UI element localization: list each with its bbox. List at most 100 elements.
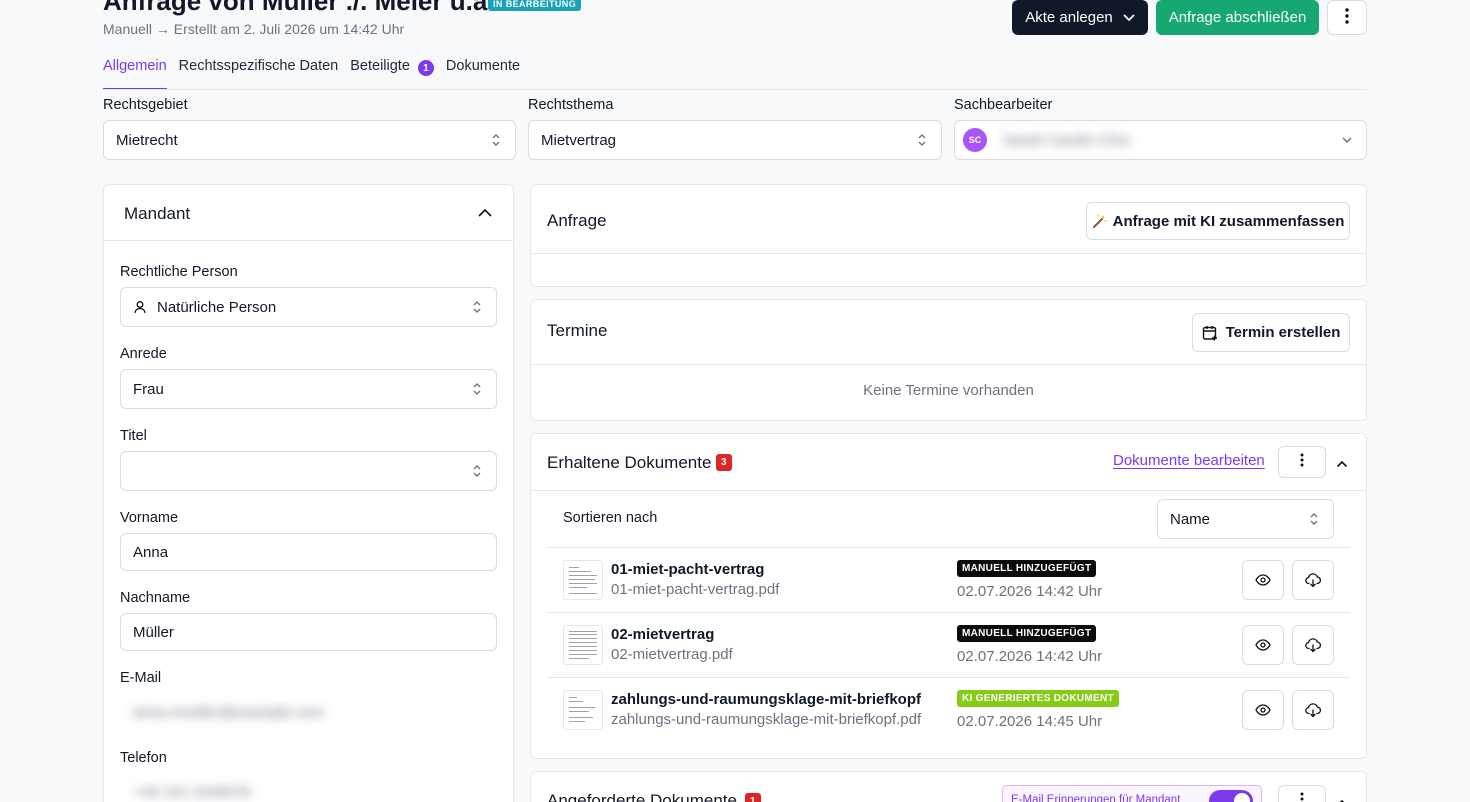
chevron-up-down-icon (472, 300, 482, 314)
vorname-value: Anna (133, 543, 169, 561)
chevron-down-icon (1342, 133, 1352, 147)
tab-label: Allgemein (103, 58, 167, 74)
anrede-value: Frau (133, 380, 164, 398)
document-name: 01-miet-pacht-vertrag (611, 561, 765, 578)
document-thumbnail (563, 560, 603, 600)
more-vertical-icon (1300, 453, 1304, 471)
row-divider (547, 677, 1350, 678)
tab-count-badge: 1 (417, 60, 434, 76)
tab-label: Rechtsspezifische Daten (178, 58, 339, 74)
tab-dokumente[interactable]: Dokumente (446, 58, 520, 90)
vorname-label: Vorname (120, 510, 179, 526)
more-menu-button[interactable] (1327, 0, 1367, 35)
document-thumbnail (563, 690, 603, 730)
rechtliche-person-label: Rechtliche Person (120, 264, 238, 280)
akte-anlegen-label: Akte anlegen (1025, 9, 1113, 26)
titel-label: Titel (120, 428, 147, 444)
count-badge: 3 (716, 454, 732, 471)
anfrage-divider (531, 253, 1366, 254)
view-document-button[interactable] (1242, 625, 1284, 665)
chevron-up-icon[interactable] (1336, 456, 1348, 473)
nachname-input[interactable]: Müller (120, 613, 497, 651)
email-label: E-Mail (120, 670, 162, 686)
titel-select[interactable] (120, 451, 497, 491)
toggle-knob (1234, 793, 1250, 802)
calendar-plus-icon (1202, 325, 1218, 341)
more-vertical-icon (1300, 792, 1304, 802)
rechtliche-person-select[interactable]: Natürliche Person (120, 287, 497, 327)
chevron-up-icon[interactable] (477, 206, 493, 223)
manual-tag: MANUELL HINZUGEFÜGT (957, 625, 1097, 642)
chevron-up-down-icon (917, 133, 927, 147)
manual-tag: MANUELL HINZUGEFÜGT (957, 560, 1097, 577)
cloud-download-icon (1305, 702, 1321, 718)
eye-icon (1255, 574, 1271, 586)
erhaltene-more-button[interactable] (1278, 446, 1326, 478)
angeforderte-title: Angeforderte Dokumente (547, 791, 737, 802)
document-date: 02.07.2026 14:42 Uhr (957, 583, 1103, 600)
document-file: zahlungs-und-raumungsklage-mit-briefkopf… (611, 711, 922, 728)
vorname-input[interactable]: Anna (120, 533, 497, 571)
email-field[interactable]: anna.mueller@example.com (120, 693, 497, 731)
termine-title: Termine (547, 321, 608, 340)
tab-beteiligte[interactable]: Beteiligte 1 (350, 58, 434, 90)
chevron-down-icon (1123, 9, 1135, 26)
sort-select[interactable]: Name (1157, 499, 1334, 539)
cloud-download-icon (1305, 572, 1321, 588)
count-badge: 1 (745, 793, 761, 802)
tab-bar: Allgemein Rechtsspezifische Daten Beteil… (103, 58, 520, 90)
erhaltene-divider (531, 490, 1366, 491)
download-document-button[interactable] (1292, 560, 1334, 600)
termine-divider (531, 364, 1366, 365)
page-title: Anfrage von Müller ./. Meier u.a. (103, 0, 495, 16)
reminder-label: E-Mail Erinnerungen für Mandant (1011, 794, 1181, 802)
telefon-field[interactable]: +49 151 2345678 (120, 773, 497, 802)
avatar: SC (963, 128, 987, 152)
erhaltene-title: Erhaltene Dokumente (547, 453, 712, 472)
angeforderte-more-button[interactable] (1278, 785, 1326, 802)
chevron-up-down-icon (472, 382, 482, 396)
rechtsgebiet-select[interactable]: Mietrecht (103, 120, 516, 160)
anfrage-title: Anfrage (547, 211, 607, 230)
document-date: 02.07.2026 14:42 Uhr (957, 648, 1103, 665)
sort-label: Sortieren nach (563, 510, 658, 526)
document-date: 02.07.2026 14:45 Uhr (957, 713, 1103, 730)
magic-wand-icon (1092, 214, 1107, 229)
chevron-up-icon[interactable] (1336, 795, 1348, 802)
anfrage-abschliessen-button[interactable]: Anfrage abschließen (1156, 0, 1319, 35)
termine-empty-state: Keine Termine vorhanden (863, 382, 1034, 399)
view-document-button[interactable] (1242, 560, 1284, 600)
reminder-toggle[interactable] (1209, 790, 1253, 802)
termin-erstellen-button[interactable]: Termin erstellen (1192, 313, 1350, 352)
anrede-select[interactable]: Frau (120, 369, 497, 409)
termin-erstellen-label: Termin erstellen (1225, 324, 1341, 341)
view-document-button[interactable] (1242, 690, 1284, 730)
ai-summary-button[interactable]: Anfrage mit KI zusammenfassen (1086, 202, 1350, 240)
download-document-button[interactable] (1292, 625, 1334, 665)
akte-anlegen-button[interactable]: Akte anlegen (1012, 0, 1148, 35)
sachbearbeiter-label: Sachbearbeiter (954, 97, 1053, 113)
document-thumbnail (563, 625, 603, 665)
sachbearbeiter-value: Sarah Carolin Choi (1003, 131, 1130, 149)
download-document-button[interactable] (1292, 690, 1334, 730)
sachbearbeiter-select[interactable]: SC Sarah Carolin Choi (954, 120, 1367, 160)
telefon-value: +49 151 2345678 (133, 783, 251, 801)
eye-icon (1255, 704, 1271, 716)
anrede-label: Anrede (120, 346, 167, 362)
mandant-title: Mandant (124, 204, 191, 223)
document-name: 02-mietvertrag (611, 626, 715, 643)
rechtsgebiet-label: Rechtsgebiet (103, 97, 188, 113)
ai-generated-tag: KI GENERIERTES DOKUMENT (957, 690, 1119, 707)
rechtsgebiet-value: Mietrecht (116, 131, 178, 149)
document-file: 02-mietvertrag.pdf (611, 646, 733, 663)
tab-rechtsspezifische-daten[interactable]: Rechtsspezifische Daten (179, 58, 339, 90)
rechtsthema-select[interactable]: Mietvertrag (528, 120, 942, 160)
telefon-label: Telefon (120, 750, 167, 766)
eye-icon (1255, 639, 1271, 651)
reminder-toggle-box: E-Mail Erinnerungen für Mandant (1002, 785, 1262, 802)
tab-allgemein[interactable]: Allgemein (103, 58, 167, 90)
dokumente-bearbeiten-link[interactable]: Dokumente bearbeiten (1113, 452, 1265, 469)
tab-label: Beteiligte (350, 58, 410, 74)
tab-divider (103, 89, 1367, 90)
person-icon (133, 300, 147, 314)
